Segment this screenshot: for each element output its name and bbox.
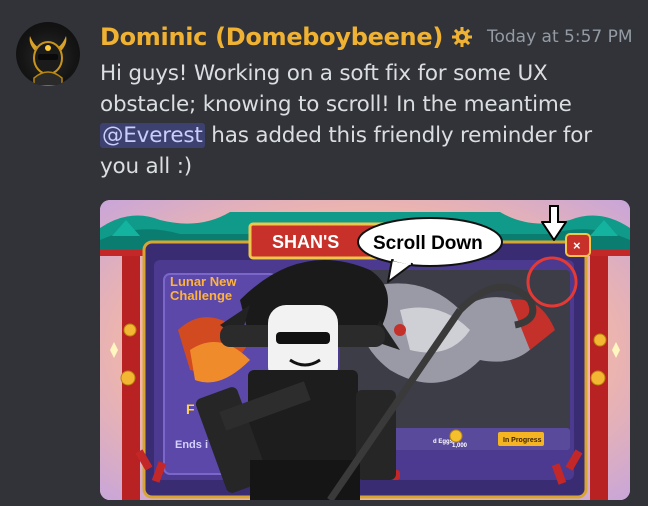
- gear-badge-icon[interactable]: [451, 26, 473, 48]
- author-name[interactable]: Dominic (Domeboybeene): [100, 23, 443, 51]
- in-progress-label: In Progress: [503, 437, 542, 444]
- message-text-part: Hi guys! Working on a soft fix for some …: [100, 61, 572, 117]
- close-label: ×: [573, 238, 581, 253]
- ends-label: Ends i: [175, 439, 208, 451]
- horned-helmet-avatar-icon: [29, 36, 67, 86]
- panel-title-line2: Challenge: [170, 288, 232, 303]
- message-content: Hi guys! Working on a soft fix for some …: [100, 58, 630, 182]
- game-screenshot-image: Lunar New Challenge F Ends i d Eggs. 1,0…: [100, 200, 630, 500]
- coin-amount: 1,000: [452, 443, 468, 449]
- image-attachment[interactable]: Lunar New Challenge F Ends i d Eggs. 1,0…: [100, 200, 630, 500]
- card-letter: F: [186, 401, 195, 417]
- speech-bubble-text: Scroll Down: [373, 233, 483, 254]
- panel-title-line1: Lunar New: [170, 274, 237, 289]
- message-timestamp[interactable]: Today at 5:57 PM: [487, 27, 633, 47]
- banner-title: SHAN'S: [272, 232, 339, 252]
- user-mention[interactable]: @Everest: [100, 123, 205, 148]
- user-avatar[interactable]: [16, 22, 80, 86]
- message-header: Dominic (Domeboybeene) Today at 5:57 PM: [100, 20, 633, 54]
